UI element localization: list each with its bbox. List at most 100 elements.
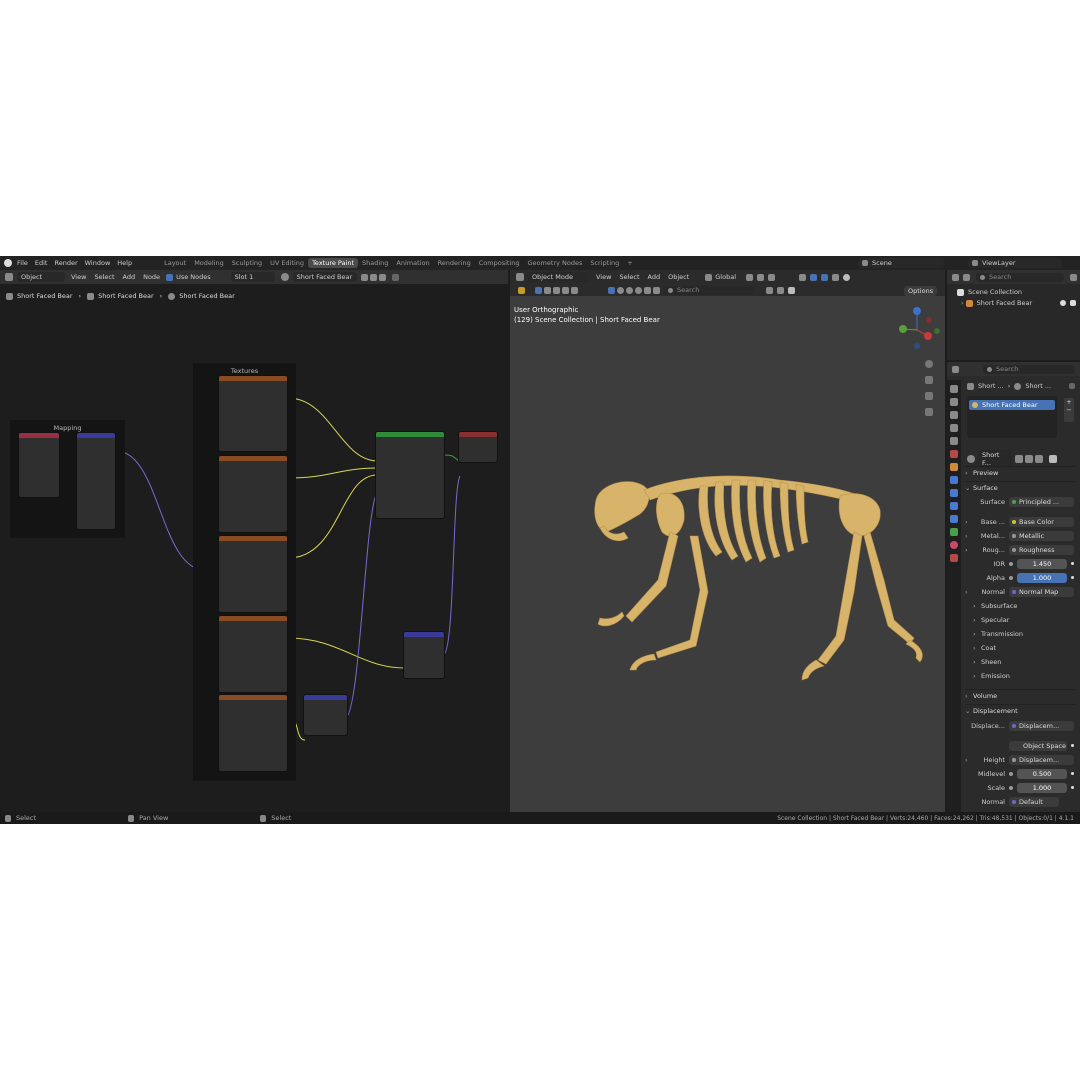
volume-panel[interactable]: › Volume — [965, 689, 1076, 701]
surface-panel[interactable]: ⌄ Surface — [965, 481, 1076, 493]
node-material-output[interactable] — [459, 432, 497, 462]
render-camera-icon[interactable] — [1070, 300, 1076, 306]
material-slot-item[interactable]: Short Faced Bear — [969, 400, 1055, 410]
outliner-search-input[interactable]: Search — [976, 272, 1064, 282]
duplicate-icon[interactable] — [1025, 455, 1033, 463]
select-invert-icon[interactable] — [562, 286, 569, 294]
slot-add-remove[interactable]: + − — [1064, 398, 1074, 422]
properties-search-input[interactable]: Search — [983, 364, 1075, 374]
viewport-search-input[interactable]: Search — [664, 285, 754, 295]
filter-icon[interactable] — [788, 286, 795, 294]
view-layer-selector[interactable]: ViewLayer — [968, 258, 1062, 268]
pin-icon[interactable] — [1069, 383, 1075, 389]
texture-tab-icon[interactable] — [950, 554, 958, 562]
tab-layout[interactable]: Layout — [160, 258, 190, 268]
menu-view[interactable]: View — [596, 273, 611, 281]
editor-type-icon[interactable] — [952, 365, 959, 373]
menu-add[interactable]: Add — [648, 273, 661, 281]
menu-window[interactable]: Window — [85, 259, 111, 267]
tab-sculpting[interactable]: Sculpting — [228, 258, 266, 268]
midlevel-field[interactable]: 0.500 — [1017, 768, 1067, 779]
menu-help[interactable]: Help — [117, 259, 132, 267]
node-image-metallic[interactable] — [219, 456, 287, 532]
transmission-row[interactable]: › Transmission — [973, 628, 1074, 639]
scale-field[interactable]: 1.000 — [1017, 782, 1067, 793]
neg-z-axis-icon[interactable] — [914, 343, 920, 349]
ior-field[interactable]: 1.450 — [1017, 558, 1067, 569]
roughness-field[interactable]: Roughness — [1009, 544, 1074, 555]
node-displacement[interactable] — [404, 632, 444, 678]
node-image-roughness[interactable] — [219, 536, 287, 612]
display-mode-icon[interactable] — [963, 273, 970, 281]
filter-icon[interactable] — [1049, 455, 1057, 463]
tab-shading[interactable]: Shading — [358, 258, 392, 268]
shader-editor[interactable]: Object View Select Add Node Use Nodes Sl… — [0, 270, 508, 818]
data-tab-icon[interactable] — [950, 528, 958, 536]
tool-tab-icon[interactable] — [950, 385, 958, 393]
y-axis-icon[interactable] — [899, 325, 907, 333]
shading-icon[interactable] — [617, 286, 624, 294]
overlay-icon[interactable] — [821, 273, 829, 281]
tab-animation[interactable]: Animation — [392, 258, 433, 268]
bear-skeleton[interactable] — [540, 440, 940, 720]
particles-tab-icon[interactable] — [950, 489, 958, 497]
node-normal-map[interactable] — [304, 695, 347, 735]
subsurface-row[interactable]: › Subsurface — [973, 600, 1074, 611]
render-tab-icon[interactable] — [950, 398, 958, 406]
shading-icon[interactable] — [644, 286, 651, 294]
output-tab-icon[interactable] — [950, 411, 958, 419]
z-axis-icon[interactable] — [913, 307, 921, 315]
physics-tab-icon[interactable] — [950, 502, 958, 510]
tool-icon[interactable] — [518, 286, 525, 294]
menu-object[interactable]: Object — [668, 273, 689, 281]
snap-icon[interactable] — [757, 273, 765, 281]
shading-icon[interactable] — [653, 286, 660, 294]
camera-icon[interactable] — [925, 392, 933, 400]
normal-field[interactable]: Normal Map — [1009, 586, 1074, 597]
view-layer-tab-icon[interactable] — [950, 424, 958, 432]
keyframe-icon[interactable] — [1071, 772, 1074, 775]
surface-shader-field[interactable]: Principled ... — [1009, 496, 1074, 507]
tab-rendering[interactable]: Rendering — [434, 258, 475, 268]
mode-dropdown[interactable]: Object Mode — [528, 272, 590, 282]
normal-default-field[interactable]: Default — [1009, 796, 1059, 807]
scene-selector[interactable]: Scene — [858, 258, 944, 268]
filter-icon[interactable] — [1070, 273, 1077, 281]
neg-y-axis-icon[interactable] — [934, 328, 940, 334]
coat-row[interactable]: › Coat — [973, 642, 1074, 653]
x-axis-icon[interactable] — [924, 332, 932, 340]
node-image-displacement[interactable] — [219, 616, 287, 692]
modifier-tab-icon[interactable] — [950, 476, 958, 484]
tab-modeling[interactable]: Modeling — [190, 258, 228, 268]
displacement-panel[interactable]: ⌄ Displacement — [965, 704, 1076, 716]
3d-viewport[interactable]: Object Mode View Select Add Object Globa… — [510, 270, 945, 818]
orientation-dropdown[interactable]: Global — [715, 273, 736, 281]
alpha-field[interactable]: 1.000 — [1017, 572, 1067, 583]
tab-geometry-nodes[interactable]: Geometry Nodes — [524, 258, 587, 268]
editor-type-icon[interactable] — [952, 273, 959, 281]
orientation-icon[interactable] — [705, 273, 713, 281]
object-tab-icon[interactable] — [950, 463, 958, 471]
blender-logo-icon[interactable] — [4, 259, 12, 267]
shading-solid-icon[interactable] — [843, 273, 851, 281]
menu-render[interactable]: Render — [54, 259, 77, 267]
tab-scripting[interactable]: Scripting — [586, 258, 623, 268]
preview-panel[interactable]: › Preview — [965, 466, 1076, 478]
keyframe-icon[interactable] — [1071, 744, 1074, 747]
select-extend-icon[interactable] — [544, 286, 551, 294]
outliner-row-object[interactable]: › Short Faced Bear — [961, 299, 1076, 307]
displacement-field[interactable]: Displacem... — [1009, 720, 1074, 731]
node-mapping[interactable] — [77, 433, 115, 529]
material-tab-icon[interactable] — [950, 541, 958, 549]
emission-row[interactable]: › Emission — [973, 670, 1074, 681]
select-intersect-icon[interactable] — [571, 286, 578, 294]
metallic-field[interactable]: Metallic — [1009, 530, 1074, 541]
neg-x-axis-icon[interactable] — [926, 317, 932, 323]
options-dropdown[interactable]: Options — [904, 286, 938, 296]
specular-row[interactable]: › Specular — [973, 614, 1074, 625]
xray-icon[interactable] — [832, 273, 840, 281]
menu-file[interactable]: File — [17, 259, 28, 267]
menu-select[interactable]: Select — [619, 273, 639, 281]
select-subtract-icon[interactable] — [553, 286, 560, 294]
grid-icon[interactable] — [925, 408, 933, 416]
